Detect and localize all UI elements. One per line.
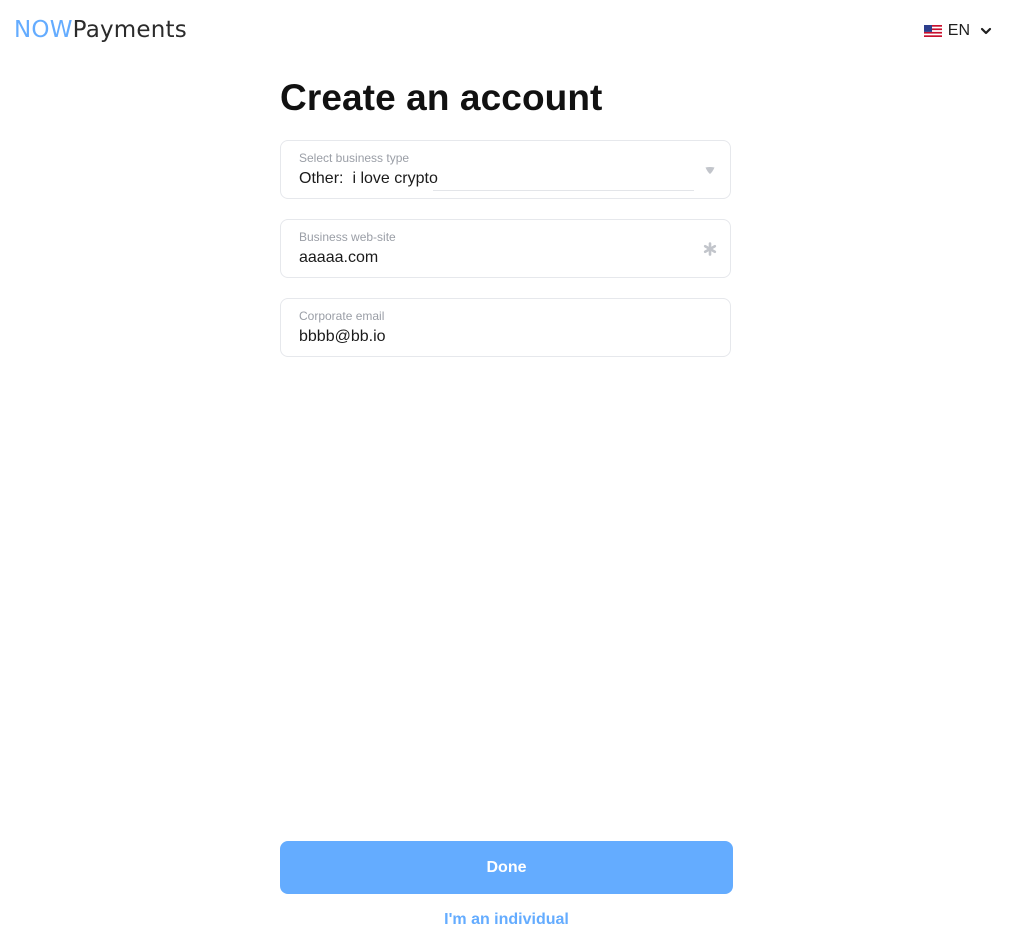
corporate-email-label: Corporate email bbox=[299, 309, 385, 323]
logo-payments: Payments bbox=[72, 17, 187, 43]
business-website-value[interactable]: aaaaa.com bbox=[299, 249, 378, 267]
business-website-label: Business web-site bbox=[299, 230, 396, 244]
individual-link[interactable]: I'm an individual bbox=[280, 909, 733, 931]
logo-now: NOW bbox=[14, 17, 73, 43]
business-type-other-input[interactable]: i love crypto bbox=[352, 170, 437, 187]
corporate-email-field[interactable]: Corporate email bbbb@bb.io bbox=[280, 298, 731, 357]
business-type-selected: Other: bbox=[299, 170, 344, 187]
nowpayments-logo[interactable]: NOWPayments bbox=[14, 14, 187, 46]
chevron-down-icon bbox=[980, 27, 992, 35]
required-asterisk-icon bbox=[703, 242, 717, 256]
corporate-email-value[interactable]: bbbb@bb.io bbox=[299, 328, 386, 346]
us-flag-icon bbox=[923, 25, 942, 37]
other-input-underline bbox=[433, 190, 694, 191]
business-type-value: Other: i love crypto bbox=[299, 170, 438, 188]
language-code: EN bbox=[947, 22, 970, 39]
dropdown-arrow-icon[interactable] bbox=[703, 163, 717, 177]
done-button[interactable]: Done bbox=[280, 841, 733, 894]
business-type-select[interactable]: Select business type Other: i love crypto bbox=[280, 140, 731, 199]
signup-page: NOWPayments EN Create an account Select … bbox=[0, 0, 1024, 948]
business-type-label: Select business type bbox=[299, 151, 410, 165]
language-selector[interactable]: EN bbox=[923, 19, 992, 43]
business-website-field[interactable]: Business web-site aaaaa.com bbox=[280, 219, 731, 278]
page-title: Create an account bbox=[280, 77, 603, 118]
